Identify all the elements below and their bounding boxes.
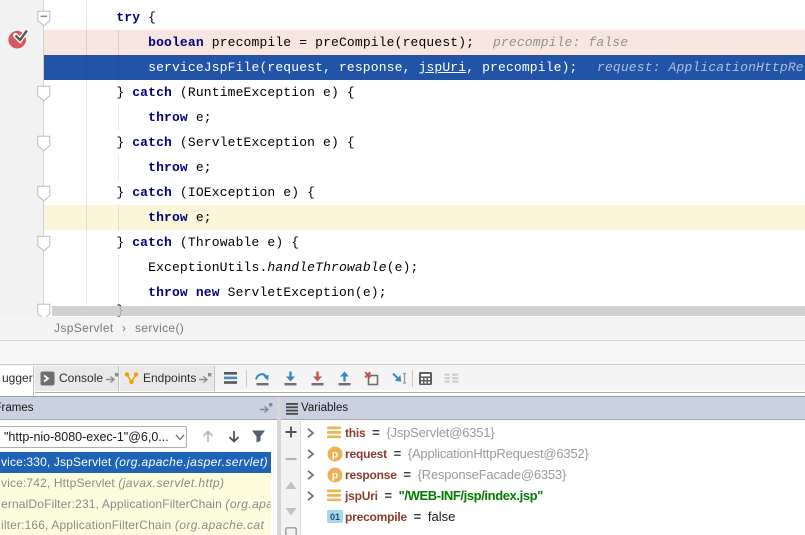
svg-text:01: 01 [330,512,340,522]
svg-text:p: p [332,470,338,482]
svg-text:p: p [332,449,338,461]
